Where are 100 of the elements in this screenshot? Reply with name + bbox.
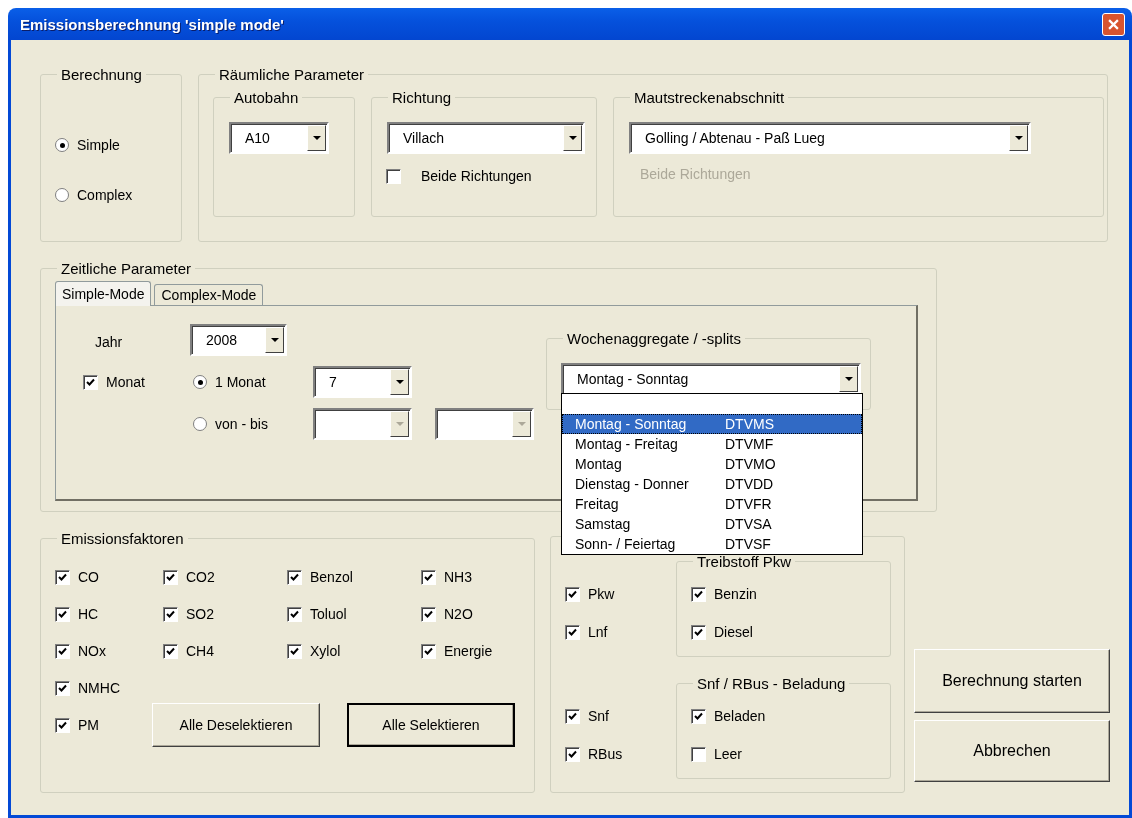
checkbox[interactable]	[691, 586, 706, 602]
checkbox-label: Energie	[444, 643, 493, 659]
checkbox[interactable]	[163, 569, 178, 585]
checkbox[interactable]	[565, 746, 580, 762]
checkbox-label: Toluol	[310, 606, 347, 622]
checkbox[interactable]	[287, 606, 302, 622]
radio-label: von - bis	[215, 416, 268, 432]
checkbox[interactable]	[691, 746, 706, 762]
list-option[interactable]: Samstag DTVSA	[562, 514, 862, 534]
checkbox[interactable]	[421, 569, 436, 585]
tab[interactable]: Simple-Mode	[55, 281, 152, 306]
check-icon	[290, 609, 299, 619]
check-icon	[58, 646, 67, 656]
check-icon	[694, 589, 703, 599]
caret-icon	[844, 377, 853, 381]
dropdown[interactable]: 2008	[190, 324, 287, 356]
field-label: Jahr	[94, 333, 124, 350]
checkbox[interactable]	[163, 606, 178, 622]
close-button[interactable]	[1102, 12, 1125, 36]
list-option[interactable]: Montag - Freitag DTVMF	[562, 434, 862, 454]
list-option[interactable]: Freitag DTVFR	[562, 494, 862, 514]
caret-icon	[568, 136, 577, 140]
check-icon	[166, 609, 175, 619]
group-title: Emissionsfaktoren	[60, 530, 185, 547]
dropdown[interactable]: A10	[229, 122, 329, 154]
checkbox[interactable]	[691, 624, 706, 640]
check-icon	[424, 609, 433, 619]
radio-label: Simple	[77, 137, 120, 153]
check-icon	[166, 572, 175, 582]
check-icon	[694, 711, 703, 721]
checkbox[interactable]	[55, 680, 70, 696]
option-label: Beide Richtungen	[639, 166, 751, 182]
list-option[interactable]: Dienstag - Donner DTVDD	[562, 474, 862, 494]
checkbox[interactable]	[55, 643, 70, 659]
checkbox[interactable]	[287, 569, 302, 585]
group-title: Berechnung	[60, 66, 143, 83]
caret-icon	[312, 136, 321, 140]
action-button[interactable]: Berechnung starten	[914, 649, 1110, 713]
group-title: Mautstreckenabschnitt	[633, 89, 786, 106]
select-button[interactable]: Alle Deselektieren	[152, 703, 320, 747]
checkbox[interactable]	[83, 374, 98, 390]
checkbox-label: Pkw	[588, 586, 615, 602]
checkbox[interactable]	[55, 717, 70, 733]
checkbox[interactable]	[287, 643, 302, 659]
checkbox-label: CO	[78, 569, 99, 585]
radio-label: 1 Monat	[215, 374, 266, 390]
check-icon	[568, 711, 577, 721]
checkbox-label: Xylol	[310, 643, 341, 659]
radio-button[interactable]	[193, 375, 207, 389]
checkbox-label: HC	[78, 606, 99, 622]
checkbox[interactable]	[55, 569, 70, 585]
dropdown[interactable]: Montag - Sonntag	[561, 363, 861, 395]
dropdown[interactable]: Golling / Abtenau - Paß Lueg	[629, 122, 1031, 154]
radio-label: Complex	[77, 187, 133, 203]
action-button[interactable]: Abbrechen	[914, 720, 1110, 782]
check-icon	[58, 609, 67, 619]
group-title: Räumliche Parameter	[218, 66, 366, 83]
check-icon	[568, 749, 577, 759]
radio-button[interactable]	[193, 417, 207, 431]
group-title: Zeitliche Parameter	[60, 260, 193, 277]
caret-icon	[1014, 136, 1023, 140]
checkbox-label: Beide Richtungen	[420, 168, 532, 184]
check-icon	[58, 683, 67, 693]
group-title: Wochenaggregate / -splits	[566, 330, 742, 347]
select-button[interactable]: Alle Selektieren	[347, 703, 515, 747]
check-icon	[568, 589, 577, 599]
check-icon	[166, 646, 175, 656]
close-icon	[1108, 18, 1119, 30]
window-title: Emissionsberechnung 'simple mode'	[20, 15, 284, 33]
list-option[interactable]: Sonn- / Feiertag DTVSF	[562, 534, 862, 554]
checkbox[interactable]	[421, 643, 436, 659]
radio-button[interactable]	[55, 138, 69, 152]
checkbox-label: Monat	[106, 374, 145, 390]
checkbox[interactable]	[565, 708, 580, 724]
dropdown[interactable]: Villach	[387, 122, 585, 154]
checkbox-label: PM	[78, 717, 99, 733]
checkbox-label: CH4	[186, 643, 214, 659]
list-option[interactable]: Montag DTVMO	[562, 454, 862, 474]
radio-button[interactable]	[55, 188, 69, 202]
check-icon	[290, 646, 299, 656]
check-icon	[694, 627, 703, 637]
caret-icon	[395, 422, 404, 426]
checkbox-label: Benzin	[714, 586, 757, 602]
tab[interactable]: Complex-Mode	[154, 284, 264, 305]
checkbox-label: SO2	[186, 606, 214, 622]
checkbox-label: Snf	[588, 708, 609, 724]
checkbox[interactable]	[55, 606, 70, 622]
checkbox[interactable]	[565, 586, 580, 602]
checkbox[interactable]	[691, 708, 706, 724]
check-icon	[86, 377, 95, 387]
checkbox[interactable]	[421, 606, 436, 622]
dropdown[interactable]: 7	[313, 366, 412, 398]
checkbox[interactable]	[386, 168, 401, 184]
checkbox[interactable]	[565, 624, 580, 640]
check-icon	[424, 646, 433, 656]
check-icon	[58, 572, 67, 582]
list-option[interactable]: Montag - Sonntag DTVMS	[562, 414, 862, 434]
checkbox-label: NH3	[444, 569, 472, 585]
checkbox[interactable]	[163, 643, 178, 659]
checkbox-label: NOx	[78, 643, 106, 659]
